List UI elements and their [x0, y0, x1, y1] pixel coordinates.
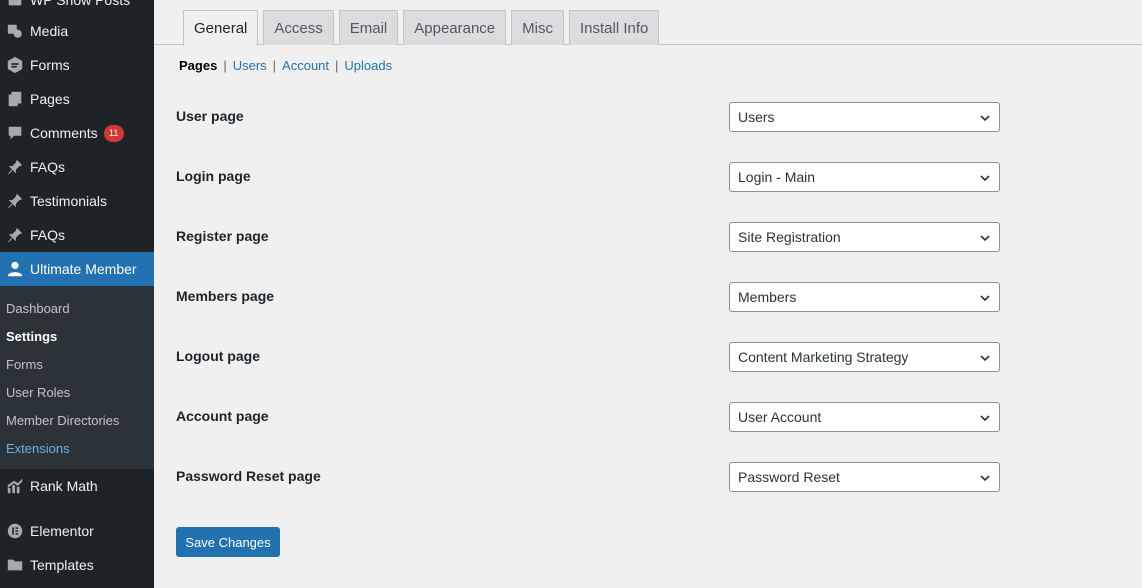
- posts-icon: [0, 0, 30, 9]
- subnav-pages[interactable]: Pages: [179, 58, 217, 73]
- menu-item-templates[interactable]: Templates: [0, 548, 154, 582]
- user-page-select[interactable]: Users: [729, 102, 1000, 132]
- submenu-forms[interactable]: Forms: [0, 350, 154, 378]
- tab-access[interactable]: Access: [263, 10, 334, 45]
- tab-install-info[interactable]: Install Info: [568, 10, 660, 45]
- submenu-extensions[interactable]: Extensions: [0, 434, 154, 462]
- menu-item-pages[interactable]: Pages: [0, 82, 154, 116]
- settings-content: General Access Email Appearance Misc Ins…: [154, 0, 1142, 588]
- select-value: Password Reset: [738, 469, 840, 485]
- pin-icon: [0, 192, 30, 210]
- save-changes-button[interactable]: Save Changes: [176, 527, 280, 557]
- chevron-down-icon: [980, 415, 990, 422]
- elementor-icon: [0, 522, 30, 540]
- media-icon: [0, 22, 30, 40]
- tab-misc[interactable]: Misc: [511, 10, 564, 45]
- logout-page-select[interactable]: Content Marketing Strategy: [729, 342, 1000, 372]
- chevron-down-icon: [980, 175, 990, 182]
- menu-item-elementor[interactable]: Elementor: [0, 514, 154, 548]
- select-value: Login - Main: [738, 169, 816, 185]
- register-page-select[interactable]: Site Registration: [729, 222, 1000, 252]
- submenu-user-roles[interactable]: User Roles: [0, 378, 154, 406]
- field-row-account-page: Account page User Account: [176, 402, 1000, 432]
- forms-icon: [0, 56, 30, 74]
- subnav-separator: |: [272, 58, 277, 73]
- select-value: Site Registration: [738, 229, 841, 245]
- subnav-users[interactable]: Users: [233, 58, 267, 73]
- chevron-down-icon: [980, 295, 990, 302]
- chart-icon: [0, 477, 30, 495]
- section-subnav: Pages | Users | Account | Uploads: [179, 58, 392, 73]
- menu-item-forms[interactable]: Forms: [0, 48, 154, 82]
- admin-sidebar: WP Show Posts Media Forms Pages Comments…: [0, 0, 154, 588]
- subnav-uploads[interactable]: Uploads: [344, 58, 392, 73]
- field-row-register-page: Register page Site Registration: [176, 222, 1000, 252]
- comments-icon: [0, 124, 30, 142]
- folder-icon: [0, 556, 30, 574]
- user-icon: [0, 260, 30, 278]
- subnav-separator: |: [335, 58, 339, 73]
- account-page-select[interactable]: User Account: [729, 402, 1000, 432]
- select-value: Members: [738, 289, 797, 305]
- field-label: Members page: [176, 288, 275, 304]
- comments-count-badge: 11: [103, 124, 124, 142]
- submenu-dashboard[interactable]: Dashboard: [0, 294, 154, 322]
- pin-icon: [0, 226, 30, 244]
- field-row-login-page: Login page Login - Main: [176, 162, 1000, 192]
- ultimate-member-submenu: Dashboard Settings Forms User Roles Memb…: [0, 286, 154, 469]
- pin-icon: [0, 158, 30, 176]
- chevron-down-icon: [980, 115, 990, 122]
- field-label: User page: [176, 108, 244, 124]
- settings-tabs: General Access Email Appearance Misc Ins…: [183, 10, 664, 46]
- field-label: Login page: [176, 168, 251, 184]
- field-label: Logout page: [176, 348, 260, 364]
- tab-general[interactable]: General: [183, 10, 259, 46]
- menu-item-faqs[interactable]: FAQs: [0, 150, 154, 184]
- pages-icon: [0, 90, 30, 108]
- menu-item-ultimate-member[interactable]: Ultimate Member: [0, 252, 154, 286]
- login-page-select[interactable]: Login - Main: [729, 162, 1000, 192]
- field-label: Register page: [176, 228, 269, 244]
- tab-appearance[interactable]: Appearance: [403, 10, 507, 45]
- chevron-down-icon: [980, 235, 990, 242]
- select-value: Users: [738, 109, 775, 125]
- subnav-account[interactable]: Account: [282, 58, 329, 73]
- select-value: User Account: [738, 409, 822, 425]
- field-row-user-page: User page Users: [176, 102, 1000, 132]
- field-row-logout-page: Logout page Content Marketing Strategy: [176, 342, 1000, 372]
- menu-item-faqs-2[interactable]: FAQs: [0, 218, 154, 252]
- menu-item-comments[interactable]: Comments 11: [0, 116, 154, 150]
- submenu-member-directories[interactable]: Member Directories: [0, 406, 154, 434]
- tab-email[interactable]: Email: [338, 10, 399, 45]
- members-page-select[interactable]: Members: [729, 282, 1000, 312]
- field-label: Account page: [176, 408, 269, 424]
- chevron-down-icon: [980, 475, 990, 482]
- menu-item-rank-math[interactable]: Rank Math: [0, 469, 154, 503]
- chevron-down-icon: [980, 355, 990, 362]
- select-value: Content Marketing Strategy: [738, 349, 909, 365]
- subnav-separator: |: [223, 58, 227, 73]
- field-row-password-reset-page: Password Reset page Password Reset: [176, 462, 1000, 492]
- field-row-members-page: Members page Members: [176, 282, 1000, 312]
- menu-item-media[interactable]: Media: [0, 14, 154, 48]
- field-label: Password Reset page: [176, 468, 321, 484]
- submenu-settings[interactable]: Settings: [0, 322, 154, 350]
- menu-item-testimonials[interactable]: Testimonials: [0, 184, 154, 218]
- password-reset-page-select[interactable]: Password Reset: [729, 462, 1000, 492]
